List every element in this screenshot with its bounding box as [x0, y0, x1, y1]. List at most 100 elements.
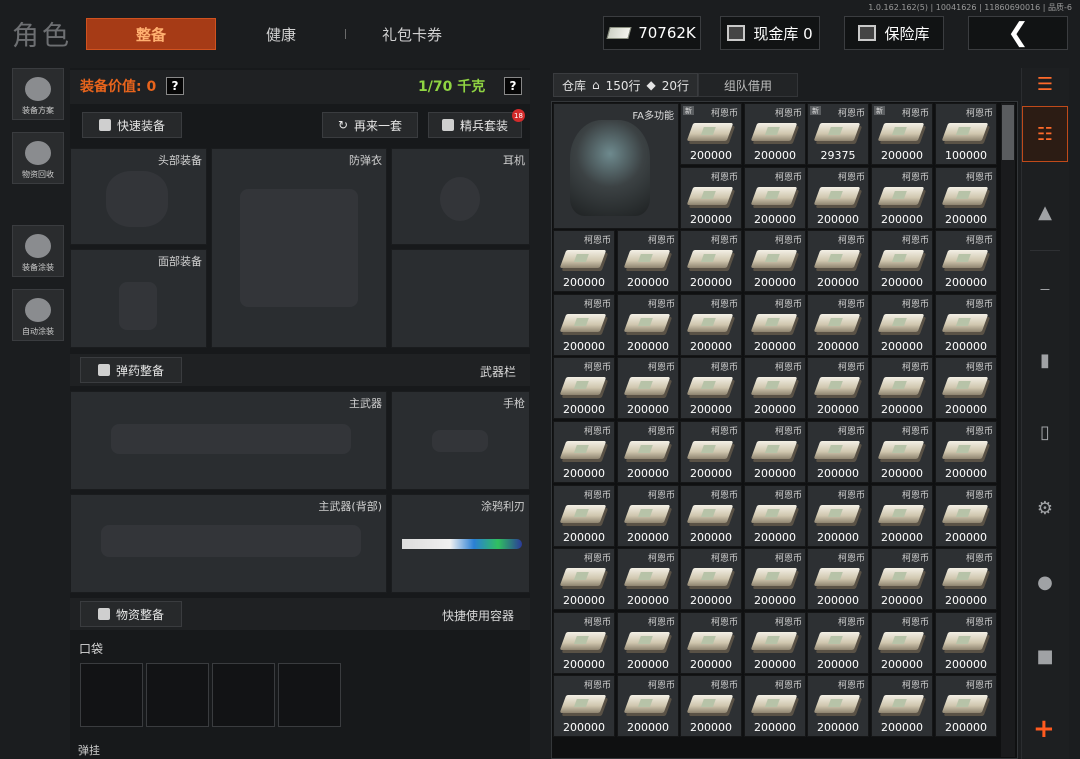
- pistol-slot[interactable]: 手枪: [391, 391, 530, 490]
- category-armor-icon[interactable]: ▲: [1022, 184, 1068, 240]
- coin-item[interactable]: 柯恩币 200000: [744, 675, 806, 737]
- pocket-slot-3[interactable]: [212, 663, 275, 727]
- ammo-button[interactable]: 弹药整备: [80, 357, 182, 383]
- coin-item[interactable]: 柯恩币 200000: [871, 548, 933, 610]
- coin-item[interactable]: 柯恩币 200000: [744, 485, 806, 547]
- category-all-icon[interactable]: ☰: [1022, 62, 1068, 106]
- coin-item[interactable]: 柯恩币 200000: [680, 357, 742, 419]
- coin-item[interactable]: 柯恩币 200000: [807, 294, 869, 356]
- auto-paint-button[interactable]: 自动涂装: [12, 289, 64, 341]
- help-icon[interactable]: ?: [166, 77, 184, 95]
- again-button[interactable]: ↻ 再来一套: [322, 112, 418, 138]
- coin-item[interactable]: 柯恩币 200000: [744, 357, 806, 419]
- coin-item[interactable]: 柯恩币 200000: [935, 612, 997, 674]
- coin-item[interactable]: 柯恩币 200000: [680, 230, 742, 292]
- coin-item[interactable]: 柯恩币 200000: [680, 548, 742, 610]
- supply-button[interactable]: 物资整备: [80, 601, 182, 627]
- coin-item[interactable]: 柯恩币 200000: [553, 357, 615, 419]
- coin-item[interactable]: 柯恩币 200000: [617, 294, 679, 356]
- armor-slot[interactable]: 防弹衣: [211, 148, 387, 348]
- coin-item[interactable]: 柯恩币 200000: [935, 357, 997, 419]
- add-category-icon[interactable]: +: [1033, 714, 1055, 744]
- warehouse-tab[interactable]: 仓库 ⌂ 150行 ◆ 20行: [553, 73, 699, 97]
- coin-item[interactable]: 柯恩币 200000: [807, 548, 869, 610]
- recycle-button[interactable]: 物资回收: [12, 132, 64, 184]
- coin-item[interactable]: 柯恩币 200000: [807, 230, 869, 292]
- coin-item[interactable]: 柯恩币 200000: [935, 421, 997, 483]
- category-mag-icon[interactable]: ▮: [1022, 332, 1068, 388]
- tab-health[interactable]: 健康: [245, 18, 317, 50]
- coin-item[interactable]: 柯恩币 200000: [553, 294, 615, 356]
- coin-item[interactable]: 柯恩币 200000: [807, 675, 869, 737]
- scrollbar-thumb[interactable]: [1002, 105, 1014, 160]
- coin-item[interactable]: 柯恩币 200000: [935, 294, 997, 356]
- back-weapon-slot[interactable]: 主武器(背部): [70, 494, 387, 593]
- coin-item[interactable]: 柯恩币 200000: [935, 548, 997, 610]
- coin-item[interactable]: 柯恩币 200000: [617, 675, 679, 737]
- coin-item[interactable]: 柯恩币 200000: [744, 103, 806, 165]
- coin-item[interactable]: 柯恩币 200000: [807, 612, 869, 674]
- coin-item[interactable]: 柯恩币 200000: [744, 230, 806, 292]
- warehouse-scrollbar[interactable]: [1001, 103, 1015, 757]
- coin-item[interactable]: 柯恩币 200000: [617, 230, 679, 292]
- category-ammo-icon[interactable]: ▯: [1022, 404, 1068, 460]
- coin-item[interactable]: 柯恩币 200000: [871, 294, 933, 356]
- category-grenade-icon[interactable]: ●: [1022, 554, 1068, 610]
- team-borrow-tab[interactable]: 组队借用: [698, 73, 799, 97]
- coin-item[interactable]: 柯恩币 200000: [617, 548, 679, 610]
- coin-item[interactable]: 柯恩币 200000: [553, 421, 615, 483]
- coin-item[interactable]: 柯恩币 200000: [935, 230, 997, 292]
- category-misc-icon[interactable]: ■: [1022, 628, 1068, 684]
- pocket-slot-1[interactable]: [80, 663, 143, 727]
- coin-item[interactable]: 柯恩币 200000: [744, 421, 806, 483]
- empty-gear-slot[interactable]: [391, 249, 530, 348]
- backpack-item[interactable]: FA多功能: [553, 103, 679, 229]
- coin-item[interactable]: 柯恩币 200000: [617, 421, 679, 483]
- category-attachment-icon[interactable]: ⚙: [1022, 480, 1068, 536]
- coin-item[interactable]: 柯恩币 200000: [553, 485, 615, 547]
- coin-item[interactable]: 柯恩币 200000: [553, 548, 615, 610]
- coin-item[interactable]: 柯恩币 200000: [871, 357, 933, 419]
- coin-item[interactable]: 柯恩币 200000: [744, 294, 806, 356]
- coin-item[interactable]: 柯恩币 100000: [935, 103, 997, 165]
- elite-set-button[interactable]: 精兵套装: [428, 112, 522, 138]
- category-stack-icon[interactable]: ☷: [1022, 106, 1068, 162]
- loadout-plan-button[interactable]: 装备方案: [12, 68, 64, 120]
- coin-item[interactable]: 柯恩币 200000: [871, 230, 933, 292]
- coin-item[interactable]: 柯恩币 200000: [871, 612, 933, 674]
- quick-equip-button[interactable]: 快速装备: [82, 112, 182, 138]
- safe-button[interactable]: 保险库: [844, 16, 944, 50]
- back-button[interactable]: ❮: [968, 16, 1068, 50]
- pocket-slot-4[interactable]: [278, 663, 341, 727]
- coin-item[interactable]: 柯恩币 200000: [744, 612, 806, 674]
- pocket-slot-2[interactable]: [146, 663, 209, 727]
- coin-item[interactable]: 柯恩币 29375 新: [807, 103, 869, 165]
- coin-item[interactable]: 柯恩币 200000: [617, 485, 679, 547]
- coin-item[interactable]: 柯恩币 200000: [807, 167, 869, 229]
- coin-item[interactable]: 柯恩币 200000: [617, 612, 679, 674]
- coin-item[interactable]: 柯恩币 200000: [935, 675, 997, 737]
- coin-item[interactable]: 柯恩币 200000: [680, 294, 742, 356]
- cash-vault-button[interactable]: 现金库 0: [720, 16, 820, 50]
- coin-item[interactable]: 柯恩币 200000 新: [871, 103, 933, 165]
- coin-item[interactable]: 柯恩币 200000: [871, 421, 933, 483]
- coin-item[interactable]: 柯恩币 200000: [871, 167, 933, 229]
- primary-weapon-slot[interactable]: 主武器: [70, 391, 387, 490]
- coin-item[interactable]: 柯恩币 200000: [744, 548, 806, 610]
- coin-item[interactable]: 柯恩币 200000: [935, 485, 997, 547]
- melee-slot[interactable]: 涂鸦利刃: [391, 494, 530, 593]
- head-slot[interactable]: 头部装备: [70, 148, 207, 245]
- paint-button[interactable]: 装备涂装: [12, 225, 64, 277]
- tab-equip[interactable]: 整备: [86, 18, 216, 50]
- coin-item[interactable]: 柯恩币 200000: [553, 230, 615, 292]
- coin-item[interactable]: 柯恩币 200000: [680, 167, 742, 229]
- coin-item[interactable]: 柯恩币 200000: [680, 421, 742, 483]
- coin-item[interactable]: 柯恩币 200000: [807, 485, 869, 547]
- ear-slot[interactable]: 耳机: [391, 148, 530, 245]
- coin-item[interactable]: 柯恩币 200000: [680, 675, 742, 737]
- coin-item[interactable]: 柯恩币 200000: [807, 357, 869, 419]
- coin-item[interactable]: 柯恩币 200000: [680, 612, 742, 674]
- coin-item[interactable]: 柯恩币 200000: [553, 675, 615, 737]
- coin-item[interactable]: 柯恩币 200000 新: [680, 103, 742, 165]
- coin-item[interactable]: 柯恩币 200000: [553, 612, 615, 674]
